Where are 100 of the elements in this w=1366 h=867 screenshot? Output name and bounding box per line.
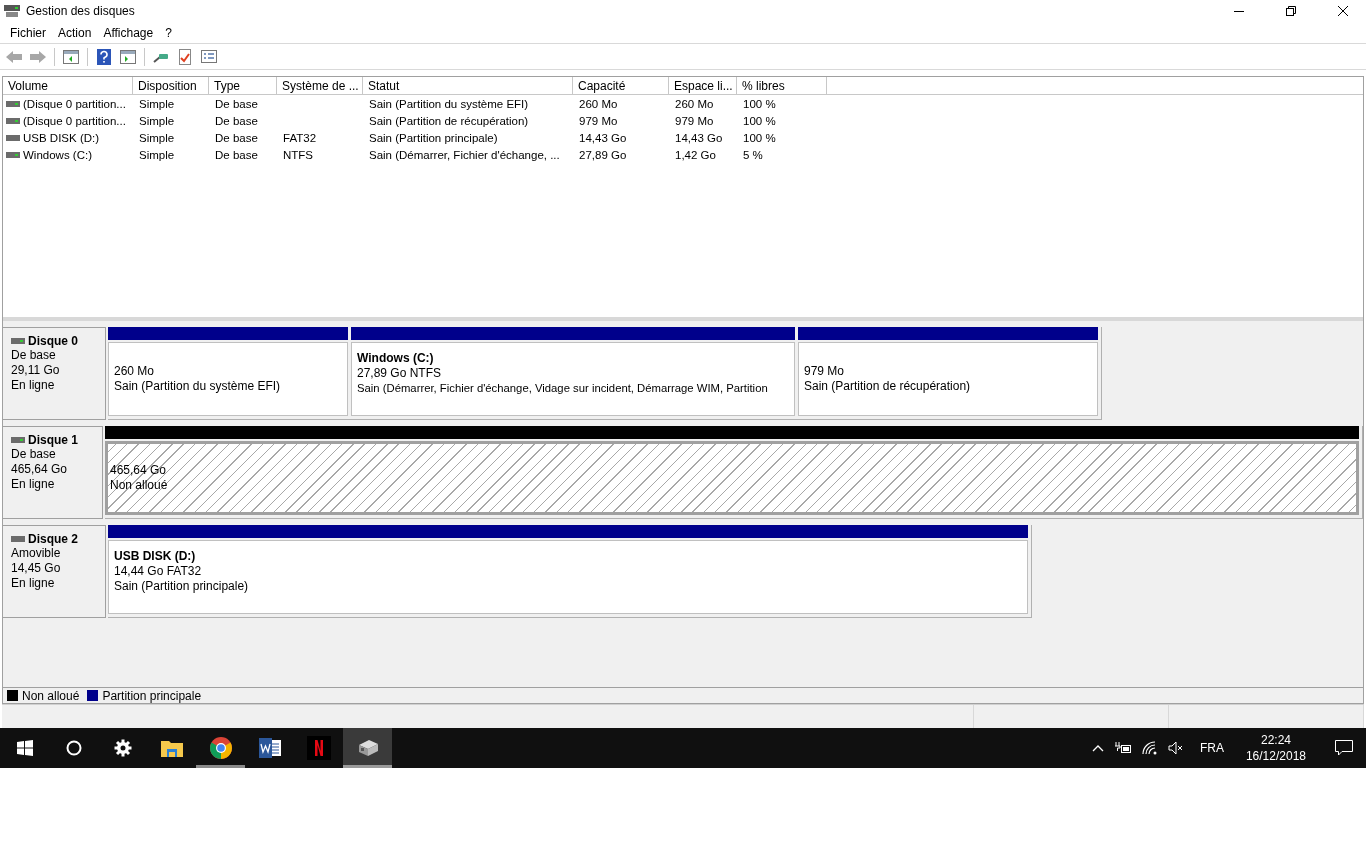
menu-item[interactable]: Action xyxy=(52,25,98,40)
table-cell-text: Sain (Partition de récupération) xyxy=(368,114,530,127)
document-app-icon xyxy=(258,738,281,758)
column-header[interactable]: Disposition xyxy=(133,77,209,95)
partition-status: Sain (Démarrer, Fichier d'échange, Vidage sur incident, Démarrage WIM, Partition xyxy=(357,381,769,396)
disk-name: Disque 0 xyxy=(28,334,78,348)
column-header[interactable]: Capacité xyxy=(573,77,669,95)
table-cell-text: 979 Mo xyxy=(578,114,619,127)
menu-item[interactable]: Fichier xyxy=(4,25,52,40)
table-cell-text: 260 Mo xyxy=(674,97,715,110)
toolbar-button[interactable] xyxy=(94,46,114,67)
table-cell-text: 5 % xyxy=(742,148,764,161)
folder-icon xyxy=(160,739,183,757)
disk-type: Amovible xyxy=(11,546,62,561)
disk-size: 14,45 Go xyxy=(11,561,62,576)
settings-icon xyxy=(113,739,132,757)
partition-status: Sain (Partition principale) xyxy=(114,579,250,594)
table-cell-text: De base xyxy=(214,131,259,144)
table-cell-text: 1,42 Go xyxy=(674,148,717,161)
table-cell-text: 27,89 Go xyxy=(578,148,628,161)
partition-status: Sain (Partition de récupération) xyxy=(804,379,972,394)
table-cell: Windows (C:) xyxy=(23,148,92,161)
legend-label: Partition principale xyxy=(102,688,202,703)
speech-bubble-icon xyxy=(1335,740,1353,756)
table-cell-text: 260 Mo xyxy=(578,97,619,110)
table-cell-text: Sain (Partition du système EFI) xyxy=(368,97,530,110)
partition-size: 465,64 Go xyxy=(110,463,168,478)
table-cell-text: Sain (Démarrer, Fichier d'échange, ... xyxy=(368,148,561,161)
disk-management-icon xyxy=(4,4,20,18)
partition-size: 27,89 Go NTFS xyxy=(357,366,443,381)
disk-label-panel[interactable]: Disque 0 De base 29,11 Go En ligne xyxy=(3,327,106,420)
table-cell-text: 14,43 Go xyxy=(674,131,724,144)
disk-tool-icon xyxy=(356,739,379,757)
table-cell-text: Simple xyxy=(138,114,176,127)
speaker-muted-icon[interactable] xyxy=(1167,741,1184,755)
disk-label-panel[interactable]: Disque 1 De base 465,64 Go En ligne xyxy=(3,426,103,519)
disk-size: 465,64 Go xyxy=(11,462,69,477)
list-icon xyxy=(201,50,217,63)
legend-label: Non alloué xyxy=(22,688,80,703)
table-cell-text: Sain (Partition principale) xyxy=(368,131,499,144)
disk-status: En ligne xyxy=(11,378,56,393)
menu-item[interactable]: ? xyxy=(159,25,178,40)
clock[interactable]: 22:24 16/12/2018 xyxy=(1239,732,1312,764)
table-cell-text: Simple xyxy=(138,131,176,144)
table-cell-text: 100 % xyxy=(742,131,777,144)
table-cell-text: 100 % xyxy=(742,97,777,110)
table-cell-text: FAT32 xyxy=(282,131,318,144)
partition-status: Sain (Partition du système EFI) xyxy=(114,379,282,394)
partition-block[interactable]: 979 Mo Sain (Partition de récupération) xyxy=(798,342,1098,416)
partition-block[interactable]: Windows (C:) 27,89 Go NTFS Sain (Démarrer, Fichier d'échange, Vidage sur incident, Démarrage WIM, Partition xyxy=(351,342,795,416)
table-cell: (Disque 0 partition... xyxy=(23,97,126,110)
table-cell-text: 979 Mo xyxy=(674,114,715,127)
windows-logo-icon xyxy=(16,740,33,756)
partition-title: USB DISK (D:) xyxy=(114,549,197,564)
partition-title: Windows (C:) xyxy=(357,351,435,366)
panel-icon xyxy=(63,49,79,64)
forward-arrow-icon xyxy=(30,50,46,63)
table-cell: (Disque 0 partition... xyxy=(23,114,126,127)
disk-name: Disque 2 xyxy=(28,532,78,546)
disk-label-panel[interactable]: Disque 2 Amovible 14,45 Go En ligne xyxy=(3,525,106,618)
table-cell-text: Simple xyxy=(138,148,176,161)
taskbar-button[interactable] xyxy=(343,728,392,768)
column-header[interactable]: Type xyxy=(209,77,277,95)
partition-size: 979 Mo xyxy=(804,364,846,379)
table-cell-text: De base xyxy=(214,114,259,127)
disk-type: De base xyxy=(11,348,57,363)
disk-status: En ligne xyxy=(11,477,56,492)
checked-document-icon xyxy=(179,48,191,65)
unallocated-space[interactable]: 465,64 Go Non alloué xyxy=(105,441,1359,515)
disk-type: De base xyxy=(11,447,57,462)
menu-item[interactable]: Affichage xyxy=(97,25,160,40)
battery-icon[interactable] xyxy=(1113,742,1132,754)
restore-icon xyxy=(1286,6,1296,16)
column-header[interactable]: Espace li... xyxy=(669,77,737,95)
partition-block[interactable]: USB DISK (D:) 14,44 Go FAT32 Sain (Partition principale) xyxy=(108,540,1028,614)
window-title: Gestion des disques xyxy=(26,4,136,18)
table-cell-text: De base xyxy=(214,97,259,110)
partition-status: Non alloué xyxy=(110,478,169,493)
table-cell-text: NTFS xyxy=(282,148,315,161)
table-cell: USB DISK (D:) xyxy=(23,131,100,144)
column-header[interactable]: Volume xyxy=(3,77,133,95)
browser-logo-icon xyxy=(209,737,232,759)
close-icon xyxy=(1338,6,1348,16)
chevron-up-icon[interactable] xyxy=(1091,744,1104,752)
language-indicator[interactable]: FRA xyxy=(1193,741,1230,755)
disk-status: En ligne xyxy=(11,576,56,591)
partition-size: 260 Mo xyxy=(114,364,156,379)
table-cell-text: 14,43 Go xyxy=(578,131,628,144)
disk-size: 29,11 Go xyxy=(11,363,61,378)
column-header[interactable]: Système de ... xyxy=(277,77,363,95)
column-header[interactable]: Statut xyxy=(363,77,573,95)
column-header[interactable]: % libres xyxy=(737,77,827,95)
help-icon xyxy=(97,48,111,65)
table-cell-text: 100 % xyxy=(742,114,777,127)
wifi-icon[interactable] xyxy=(1141,741,1158,755)
table-cell-text: Simple xyxy=(138,97,176,110)
panel-icon xyxy=(120,49,136,64)
search-circle-icon xyxy=(65,740,82,756)
partition-block[interactable]: 260 Mo Sain (Partition du système EFI) xyxy=(108,342,348,416)
partition-size: 14,44 Go FAT32 xyxy=(114,564,203,579)
